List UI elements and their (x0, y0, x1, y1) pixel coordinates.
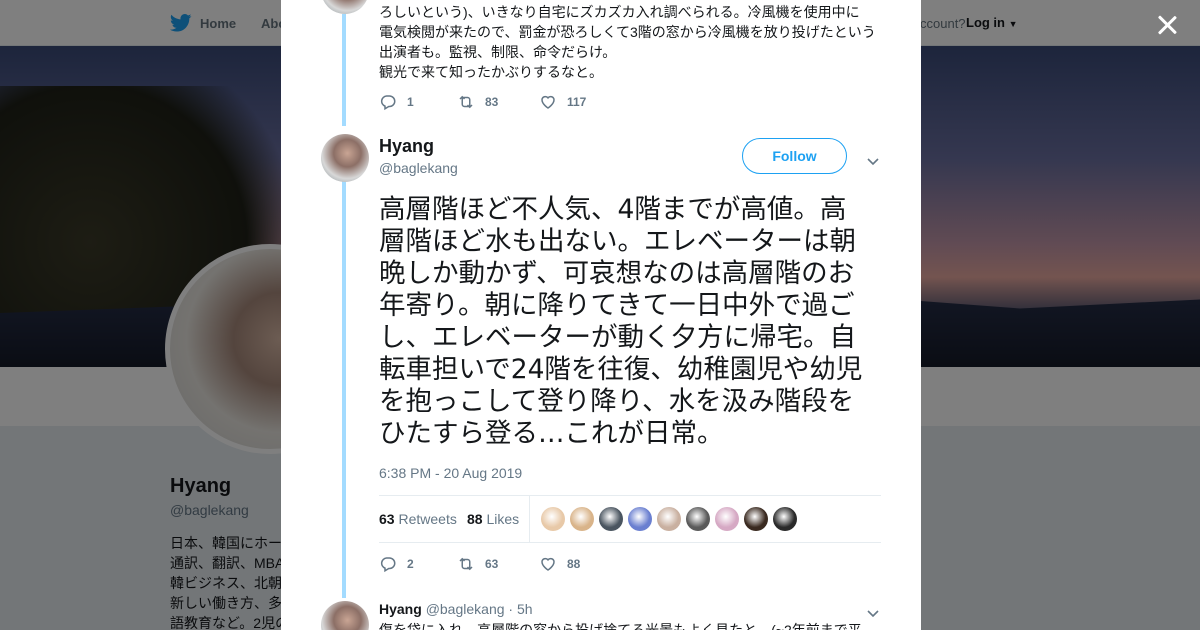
heart-icon (541, 95, 555, 109)
liker-avatar[interactable] (541, 507, 565, 531)
retweets-stat-label: Retweets (398, 511, 457, 527)
liker-avatar[interactable] (744, 507, 768, 531)
reply-button[interactable]: 2 (379, 555, 457, 573)
like-count: 117 (567, 95, 587, 109)
reply-count: 2 (407, 557, 414, 571)
liker-avatar[interactable] (628, 507, 652, 531)
tweet-text-line: 晩しか動かず、可哀想なのは高層階のお (379, 258, 855, 289)
tweet-text-line: 高層階ほど不人気、4階までが高値。高 (379, 194, 847, 225)
author-name[interactable]: Hyang (379, 136, 434, 157)
liker-avatar[interactable] (599, 507, 623, 531)
thread-connector-line (342, 180, 346, 598)
like-count: 88 (567, 557, 581, 571)
thread-connector-line (342, 14, 346, 126)
liker-avatar[interactable] (773, 507, 797, 531)
tweet-stats: 63 Retweets 88 Likes (379, 495, 881, 543)
retweet-icon (459, 95, 473, 109)
tweet-text-line: 年寄り。朝に降りてきて一日中外で過ご (379, 290, 855, 321)
author-handle[interactable]: @baglekang (379, 160, 458, 176)
author-avatar[interactable] (321, 134, 369, 182)
tweet-permalink-modal: ろしいという)、いきなり自宅にズカズカ入れ調べられる。冷風機を使用中に 電気検閲… (281, 0, 921, 630)
chevron-down-icon[interactable] (867, 605, 879, 618)
retweet-button[interactable]: 83 (457, 93, 539, 111)
follow-button[interactable]: Follow (742, 138, 847, 174)
tweet-text-line: 電気検閲が来たので、罰金が恐ろしくて3階の窓から冷風機を放り投げたという (379, 24, 876, 40)
reply-button[interactable]: 1 (379, 93, 457, 111)
reply-author-avatar[interactable] (321, 601, 369, 630)
tweet-actions: 2 63 88 (379, 555, 580, 573)
retweet-icon (459, 557, 473, 571)
reply-count: 1 (407, 95, 414, 109)
liker-avatar[interactable] (657, 507, 681, 531)
tweet-text-line: 出演者も。監視、制限、命令だらけ。 (379, 44, 617, 60)
reply-time: · 5h (508, 601, 533, 617)
liker-avatar[interactable] (686, 507, 710, 531)
tweet-text: 高層階ほど不人気、4階までが高値。高 層階ほど水も出ない。エレベーターは朝 晩し… (379, 194, 889, 450)
reply-author-handle: @baglekang (425, 601, 505, 617)
like-button[interactable]: 117 (539, 93, 586, 111)
reply-tweet-text: 傷を袋に入れ、高層階の窓から投げ捨てる光景もよく見たと。(~2年前まで平 (379, 622, 862, 630)
retweet-count: 83 (485, 95, 499, 109)
tweet-text-line: ひたすら登る…これが日常。 (379, 418, 724, 449)
tweet-text-line: 層階ほど水も出ない。エレベーターは朝 (379, 226, 856, 257)
close-icon[interactable] (1154, 12, 1180, 38)
tweet-actions: 1 83 117 (379, 93, 586, 111)
reply-icon (380, 95, 396, 111)
divider (529, 496, 530, 543)
reply-author[interactable]: Hyang @baglekang · 5h (379, 601, 533, 617)
tweet-text-line: を抱っこして登り降り、水を汲み階段を (379, 386, 855, 417)
likes-stat-count: 88 (467, 511, 483, 527)
like-button[interactable]: 88 (539, 555, 580, 573)
likes-stat-label: Likes (486, 511, 520, 527)
previous-tweet-text: ろしいという)、いきなり自宅にズカズカ入れ調べられる。冷風機を使用中に 電気検閲… (379, 2, 879, 82)
reply-icon (380, 557, 396, 573)
retweets-stat[interactable]: 63 Retweets (379, 511, 457, 527)
avatar[interactable] (321, 0, 369, 14)
liker-avatar[interactable] (715, 507, 739, 531)
tweet-timestamp[interactable]: 6:38 PM - 20 Aug 2019 (379, 465, 522, 481)
tweet-text-line: 観光で来て知ったかぶりするなと。 (379, 64, 603, 80)
likes-stat[interactable]: 88 Likes (467, 511, 519, 527)
liker-avatar[interactable] (570, 507, 594, 531)
retweets-stat-count: 63 (379, 511, 395, 527)
chevron-down-icon[interactable] (867, 153, 879, 166)
tweet-text-line: し、エレベーターが動く夕方に帰宅。自 (379, 322, 856, 353)
tweet-text-line: 転車担いで24階を往復、幼稚園児や幼児 (379, 354, 863, 385)
reply-author-name: Hyang (379, 601, 422, 617)
retweet-count: 63 (485, 557, 499, 571)
tweet-text-line: ろしいという)、いきなり自宅にズカズカ入れ調べられる。冷風機を使用中に (379, 4, 860, 20)
retweet-button[interactable]: 63 (457, 555, 539, 573)
liker-avatars (541, 507, 797, 531)
heart-icon (541, 557, 555, 571)
